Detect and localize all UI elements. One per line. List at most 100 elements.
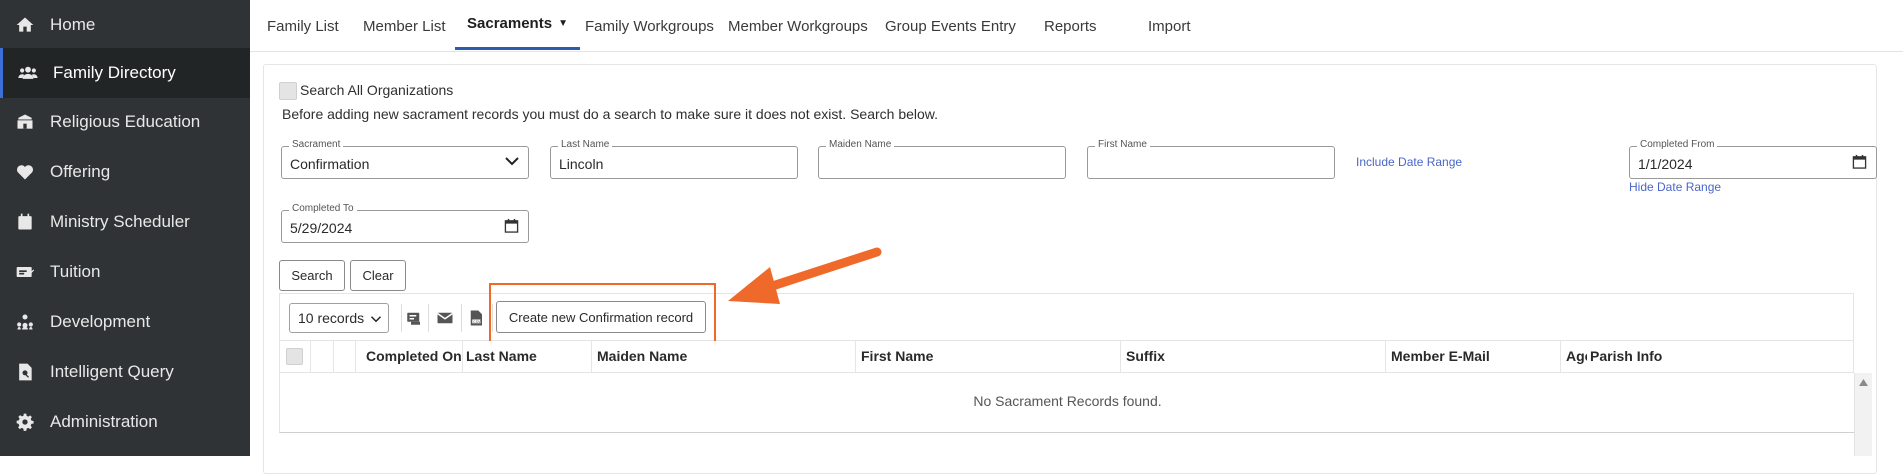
money-icon [14,261,36,283]
sidebar-item-label: Home [50,15,96,34]
highlight-box [489,283,716,343]
table-scrollbar[interactable] [1854,373,1872,456]
column-divider [333,341,334,373]
sidebar-item-administration[interactable]: Administration [0,397,250,447]
sidebar-item-label: Intelligent Query [50,362,174,381]
tab-label: Member Workgroups [728,17,868,35]
calendar-icon [14,211,36,233]
tab-family-list[interactable]: Family List [267,0,339,52]
tab-label: Family List [267,17,339,35]
column-divider [1120,341,1121,373]
label-print-icon[interactable] [403,307,425,329]
maiden-name-field[interactable]: Maiden Name [818,139,1066,179]
tab-label: Reports [1044,17,1097,35]
records-per-page-select[interactable]: 10 records [289,303,389,333]
csv-export-icon[interactable]: CSV [465,307,487,329]
chevron-down-icon [370,316,382,323]
tab-member-workgroups[interactable]: Member Workgroups [728,0,868,52]
tab-reports[interactable]: Reports [1044,0,1097,52]
column-header-member-email[interactable]: Member E-Mail [1391,348,1551,364]
sidebar-item-label: Tuition [50,262,101,281]
document-search-icon [14,361,36,383]
gear-icon [14,411,36,433]
sidebar-item-offering[interactable]: Offering [0,147,250,197]
search-all-organizations-label: Search All Organizations [300,82,454,98]
sidebar-item-label: Religious Education [50,112,201,131]
empty-table-message: No Sacrament Records found. [973,393,1162,409]
column-header-maiden-name[interactable]: Maiden Name [597,348,797,364]
column-header-parish-info[interactable]: Parish Info [1590,348,1790,364]
top-nav: Family List Member List Sacraments ▼ Fami… [250,0,1903,52]
search-button[interactable]: Search [279,260,345,291]
sidebar-item-religious-education[interactable]: Religious Education [0,97,250,147]
column-header-suffix[interactable]: Suffix [1126,348,1326,364]
column-divider [591,341,592,373]
toolbar-divider [428,304,429,332]
sidebar-item-development[interactable]: Development [0,297,250,347]
sidebar: Home Family Directory Religious Educatio… [0,0,250,456]
tab-sacraments[interactable]: Sacraments ▼ [455,0,580,50]
tab-label: Group Events Entry [885,17,1016,35]
scroll-up-icon[interactable] [1859,379,1868,386]
table-body: No Sacrament Records found. [279,373,1854,433]
select-all-checkbox[interactable] [286,348,303,365]
sacrament-select[interactable]: Sacrament Confirmation [281,139,529,179]
column-header-age[interactable]: Age [1566,348,1587,364]
column-header-completed-on[interactable]: Completed On [366,348,462,364]
sacrament-label: Sacrament [289,139,344,150]
last-name-value: Lincoln [559,156,604,172]
tab-import[interactable]: Import [1148,0,1191,52]
school-icon [14,111,36,133]
clear-button[interactable]: Clear [350,260,406,291]
column-divider [1560,341,1561,373]
completed-to-label: Completed To [289,203,357,214]
sidebar-item-label: Family Directory [53,63,176,82]
column-divider [1385,341,1386,373]
toolbar-divider [401,304,402,332]
first-name-field[interactable]: First Name [1087,139,1335,179]
tab-group-events-entry[interactable]: Group Events Entry [885,0,1016,52]
svg-text:CSV: CSV [473,320,481,324]
first-name-label: First Name [1095,139,1150,150]
maiden-name-label: Maiden Name [826,139,895,150]
tab-label: Member List [363,17,446,35]
org-chart-icon [14,311,36,333]
hide-date-range-link[interactable]: Hide Date Range [1629,180,1721,194]
completed-to-field[interactable]: Completed To 5/29/2024 [281,203,529,243]
sidebar-item-intelligent-query[interactable]: Intelligent Query [0,347,250,397]
chevron-down-icon [505,157,519,166]
calendar-icon[interactable] [1852,154,1867,169]
tab-label: Family Workgroups [585,17,714,35]
column-divider [355,341,356,373]
column-divider [310,341,311,373]
last-name-label: Last Name [558,139,613,150]
last-name-field[interactable]: Last Name Lincoln [550,139,798,179]
sacrament-value: Confirmation [290,156,370,172]
table-header: Completed On Last Name Maiden Name First… [279,341,1854,373]
users-icon [17,62,39,84]
sidebar-item-home[interactable]: Home [0,0,250,50]
search-all-organizations-checkbox[interactable] [279,82,297,100]
annotation-arrow-icon [728,247,882,304]
calendar-icon[interactable] [504,218,519,233]
completed-from-label: Completed From [1637,139,1718,150]
column-header-last-name[interactable]: Last Name [466,348,566,364]
home-icon [14,14,36,36]
sidebar-item-ministry-scheduler[interactable]: Ministry Scheduler [0,197,250,247]
completed-from-field[interactable]: Completed From 1/1/2024 [1629,139,1877,179]
column-header-first-name[interactable]: First Name [861,348,1061,364]
column-divider [855,341,856,373]
completed-to-value: 5/29/2024 [290,220,353,236]
chevron-down-icon: ▼ [558,18,568,29]
completed-from-value: 1/1/2024 [1638,156,1693,172]
include-date-range-link[interactable]: Include Date Range [1356,155,1462,169]
tab-family-workgroups[interactable]: Family Workgroups [585,0,714,52]
search-notice: Before adding new sacrament records you … [282,106,939,122]
tab-label: Sacraments [467,15,553,32]
email-icon[interactable] [434,307,456,329]
tab-member-list[interactable]: Member List [363,0,446,52]
sidebar-item-tuition[interactable]: Tuition [0,247,250,297]
sidebar-item-label: Offering [50,162,111,181]
records-per-page-value: 10 records [298,310,365,326]
sidebar-item-family-directory[interactable]: Family Directory [0,48,250,98]
